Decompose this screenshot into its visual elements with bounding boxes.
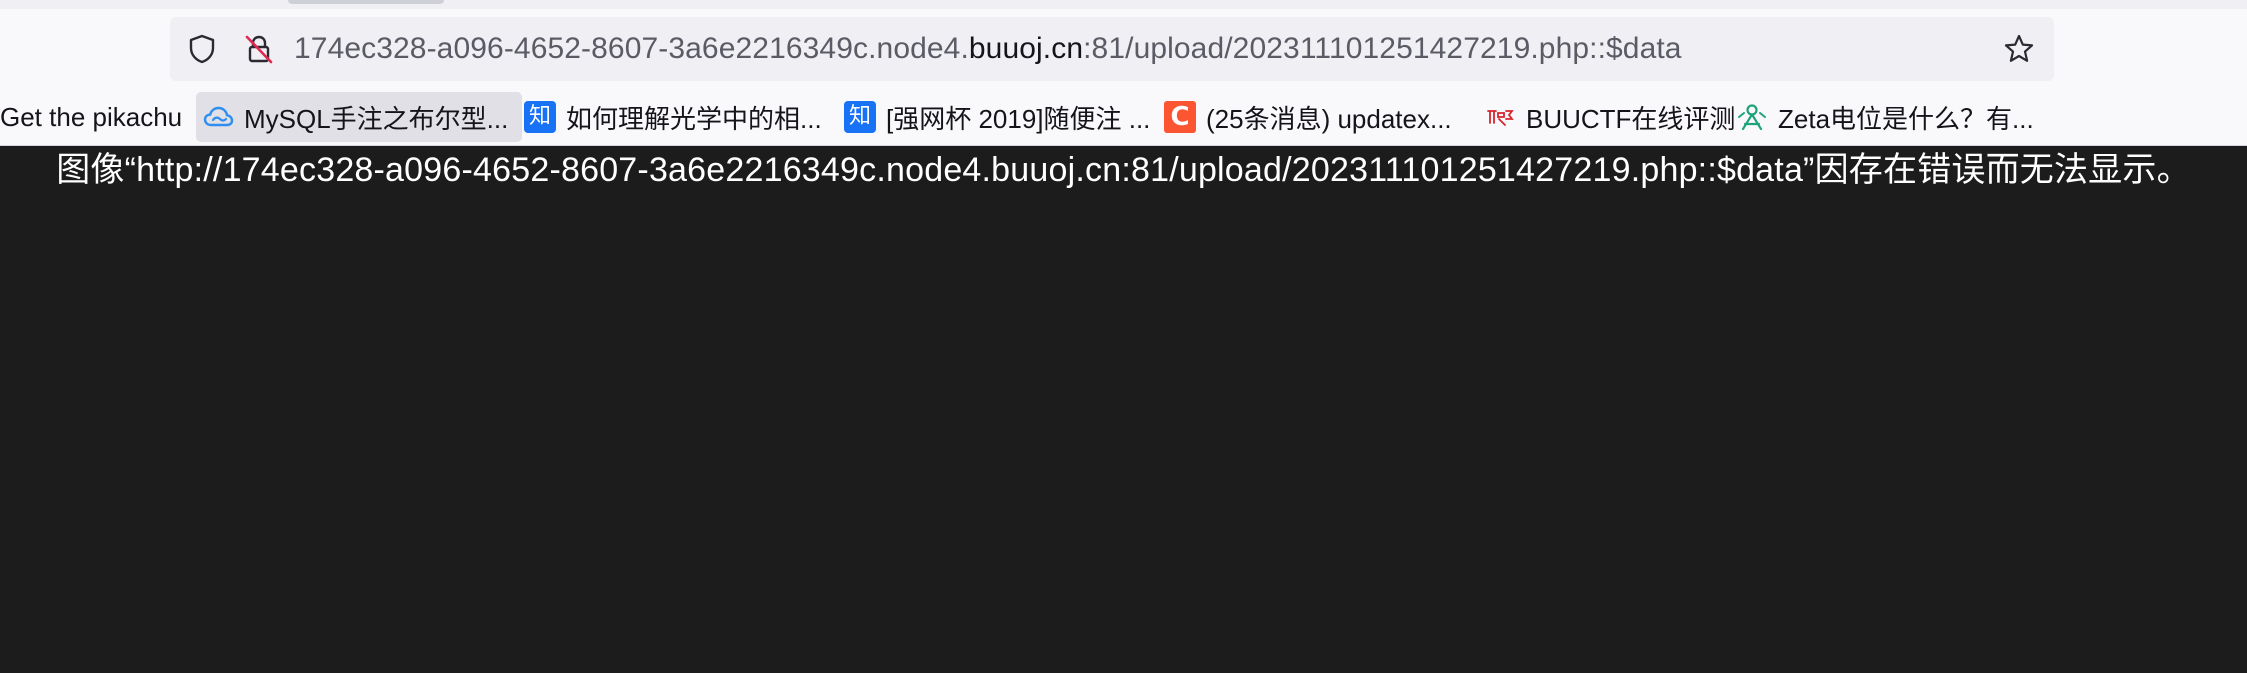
bookmark-label: Zeta电位是什么？有... [1778,103,2034,134]
url-text[interactable]: 174ec328-a096-4652-8607-3a6e2216349c.nod… [294,17,1682,81]
address-bar[interactable]: 174ec328-a096-4652-8607-3a6e2216349c.nod… [170,17,2054,81]
url-prefix: 174ec328-a096-4652-8607-3a6e2216349c.nod… [294,32,969,65]
browser-chrome: 174ec328-a096-4652-8607-3a6e2216349c.nod… [0,9,2247,146]
bookmark-label: Get the pikachu [0,101,183,132]
zeta-icon [1736,101,1768,133]
zhihu-icon: 知 [844,101,876,133]
cloud-icon [202,101,234,133]
active-tab-indicator[interactable] [288,0,444,4]
bookmark-label: BUUCTF在线评测 [1526,103,1736,134]
bookmark-label: (25条消息) updatex... [1206,103,1452,134]
bookmark-label: 如何理解光学中的相... [566,103,822,134]
url-suffix: :81/upload/20231110125142721​9.php::$dat… [1083,32,1682,65]
bookmark-get-the-pikachu[interactable]: Get the pikachu [0,92,182,142]
bookmark-label: MySQL手注之布尔型... [244,103,509,134]
image-error-message: 图像“http://174ec328-a096-4652-8607-3a6e22… [56,151,2191,189]
csdn-icon: C [1164,101,1196,133]
buuctf-icon [1484,101,1516,133]
bookmark-mysql[interactable]: MySQL手注之布尔型... [196,92,523,142]
bookmark-zhihu-qwb[interactable]: 知 [强网杯 2019]随便注 ... [844,92,1150,142]
bookmark-csdn-updatexml[interactable]: C (25条消息) updatex... [1164,92,1452,142]
bookmark-star-icon[interactable] [2002,32,2036,66]
tab-strip [0,0,2247,9]
bookmarks-toolbar: Get the pikachu MySQL手注之布尔型... 知 如何理解光学中… [0,92,2247,142]
bookmark-buuctf[interactable]: BUUCTF在线评测 [1484,92,1735,142]
bookmark-zeta-potential[interactable]: Zeta电位是什么？有... [1736,92,2034,142]
bookmark-label: [强网杯 2019]随便注 ... [886,103,1151,134]
tracking-protection-shield-icon[interactable] [185,32,219,66]
url-domain: buuoj.cn [968,32,1084,65]
zhihu-icon: 知 [524,101,556,133]
bookmark-zhihu-optics[interactable]: 知 如何理解光学中的相... [524,92,822,142]
insecure-lock-icon[interactable] [242,32,276,66]
